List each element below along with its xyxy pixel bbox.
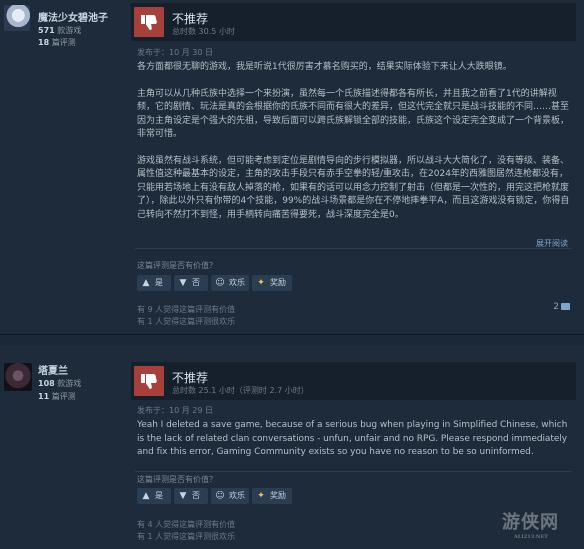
funny-label: 欢乐 xyxy=(229,278,245,287)
review-count-label: 篇评测 xyxy=(51,38,76,47)
review-paragraph: 游戏虽然有战斗系统，但可能考虑到定位是剧情导向的步行模拟器，所以战斗大大简化了，… xyxy=(137,155,570,220)
review-count-label: 篇评测 xyxy=(51,392,76,401)
thumbs-up-icon: ▲ xyxy=(142,278,150,288)
helpful-question: 这篇评测是否有价值？ xyxy=(137,261,217,270)
yes-label: 是 xyxy=(155,491,163,500)
games-owned-label: 款游戏 xyxy=(57,379,82,388)
playtime: 总时数 30.5 小时 xyxy=(172,27,235,36)
verdict-label: 不推荐 xyxy=(172,12,209,26)
smiley-icon: ☺ xyxy=(215,491,225,501)
yes-label: 是 xyxy=(155,278,163,287)
award-icon: ✦ xyxy=(257,278,265,288)
author-games-owned[interactable]: 571 款游戏 xyxy=(38,25,81,36)
review-card: 塔夏兰 108 款游戏 11 篇评测 不推荐 总时数 25.1 小时（评测时 2… xyxy=(0,345,584,549)
thumbs-down-icon: ▼ xyxy=(179,278,187,288)
author-name[interactable]: 塔夏兰 xyxy=(38,362,68,377)
funny-label: 欢乐 xyxy=(229,491,245,500)
funny-button[interactable]: ☺ 欢乐 xyxy=(211,275,249,291)
comment-bubble-icon xyxy=(561,303,570,310)
review-text: Yeah I deleted a save game, because of a… xyxy=(137,419,573,473)
review-paragraph: 各方面都很无聊的游戏，我是听说1代很厉害才慕名购买的，结果实际体验下来让人大跌眼… xyxy=(137,62,512,72)
comments-count: 2 xyxy=(553,302,559,312)
thumbs-down-icon xyxy=(134,7,164,37)
thumbs-up-icon: ▲ xyxy=(142,491,150,501)
no-button[interactable]: ▼ 否 xyxy=(174,488,208,504)
avatar[interactable] xyxy=(4,5,30,31)
vote-header[interactable]: 不推荐 总时数 30.5 小时 xyxy=(131,3,576,41)
avatar[interactable] xyxy=(4,363,32,391)
review-paragraph: Yeah I deleted a save game, because of a… xyxy=(137,420,568,457)
author-review-count[interactable]: 11 篇评测 xyxy=(38,391,76,402)
watermark-logo: 游侠网 ALI213.NET xyxy=(502,508,559,540)
funny-button[interactable]: ☺ 欢乐 xyxy=(211,488,249,504)
author-name[interactable]: 魔法少女碧池子 xyxy=(38,9,108,24)
divider xyxy=(135,471,572,472)
yes-button[interactable]: ▲ 是 xyxy=(137,488,171,504)
games-owned-label: 款游戏 xyxy=(57,26,82,35)
author-games-owned[interactable]: 108 款游戏 xyxy=(38,378,81,389)
no-button[interactable]: ▼ 否 xyxy=(174,275,208,291)
helpful-question: 这篇评测是否有价值？ xyxy=(137,475,217,484)
posted-date: 发布于：10 月 30 日 xyxy=(137,48,213,57)
comments-link[interactable]: 2 xyxy=(553,302,570,312)
games-owned-count: 571 xyxy=(38,26,55,35)
funny-count: 有 1 人觉得这篇评测很欢乐 xyxy=(137,532,236,541)
posted-date: 发布于：10 月 29 日 xyxy=(137,406,213,415)
thumbs-down-icon xyxy=(134,366,164,396)
award-button[interactable]: ✦ 奖励 xyxy=(252,275,292,291)
review-count-number: 18 xyxy=(38,38,50,47)
playtime: 总时数 25.1 小时（评测时 2.7 小时） xyxy=(172,386,309,395)
no-label: 否 xyxy=(192,491,200,500)
divider xyxy=(135,248,572,249)
watermark-text: 游侠网 xyxy=(502,512,559,533)
expand-link[interactable]: 展开阅读 xyxy=(536,238,568,249)
thumbs-down-icon: ▼ xyxy=(179,491,187,501)
review-text: 各方面都很无聊的游戏，我是听说1代很厉害才慕名购买的，结果实际体验下来让人大跌眼… xyxy=(137,61,573,235)
author-review-count[interactable]: 18 篇评测 xyxy=(38,37,76,48)
verdict-label: 不推荐 xyxy=(172,371,209,385)
review-card: 魔法少女碧池子 571 款游戏 18 篇评测 不推荐 总时数 30.5 小时 发… xyxy=(0,0,584,335)
funny-count: 有 1 人觉得这篇评测很欢乐 xyxy=(137,317,236,326)
helpful-count: 有 4 人觉得这篇评测有价值 xyxy=(137,520,236,529)
author-panel: 塔夏兰 108 款游戏 11 篇评测 xyxy=(0,345,128,549)
review-count-number: 11 xyxy=(38,392,50,401)
author-panel: 魔法少女碧池子 571 款游戏 18 篇评测 xyxy=(0,0,128,334)
helpful-count: 有 9 人觉得这篇评测有价值 xyxy=(137,305,236,314)
award-label: 奖励 xyxy=(270,491,286,500)
watermark-subtext: ALI213.NET xyxy=(514,534,549,540)
award-icon: ✦ xyxy=(257,491,265,501)
games-owned-count: 108 xyxy=(38,379,55,388)
award-label: 奖励 xyxy=(270,278,286,287)
award-button[interactable]: ✦ 奖励 xyxy=(252,488,292,504)
yes-button[interactable]: ▲ 是 xyxy=(137,275,171,291)
no-label: 否 xyxy=(192,278,200,287)
vote-header[interactable]: 不推荐 总时数 25.1 小时（评测时 2.7 小时） xyxy=(131,362,576,400)
smiley-icon: ☺ xyxy=(215,278,225,288)
review-paragraph: 主角可以从几种氏族中选择一个来扮演，虽然每一个氏族描述得都各有所长，并且我之前看… xyxy=(137,88,570,140)
